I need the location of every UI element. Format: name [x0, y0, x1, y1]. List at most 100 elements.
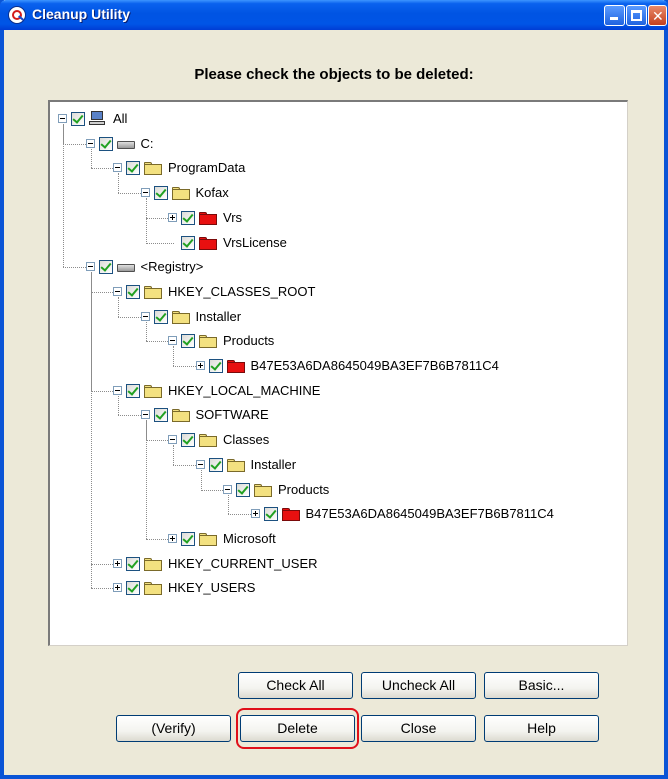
expand-icon[interactable] [113, 583, 122, 593]
collapse-icon[interactable] [168, 435, 177, 445]
tree-checkbox[interactable] [153, 408, 168, 423]
tree-node[interactable]: B47E53A6DA8645049BA3EF7B6B7811C4 [50, 505, 627, 523]
collapse-icon[interactable] [168, 336, 177, 346]
minimize-button[interactable] [604, 5, 625, 26]
app-icon [8, 6, 26, 24]
red-folder-icon [226, 360, 245, 373]
help-button[interactable]: Help [484, 715, 599, 742]
tree-checkbox[interactable] [208, 359, 223, 373]
tree-checkbox[interactable] [126, 161, 140, 176]
folder-body [199, 534, 217, 546]
tree-node[interactable]: VrsLicense [50, 234, 627, 252]
tree-node[interactable]: Microsoft [50, 530, 627, 548]
tree-node-label: All [113, 111, 128, 126]
collapse-icon[interactable] [113, 385, 122, 395]
tree-checkbox[interactable] [126, 581, 140, 596]
tree-node[interactable]: SOFTWARE [50, 406, 627, 424]
tree-node[interactable]: Kofax [50, 184, 627, 202]
tree-node[interactable]: Classes [50, 431, 627, 449]
tree-node[interactable]: Products [50, 332, 627, 350]
tree-node-label: HKEY_CLASSES_ROOT [168, 283, 316, 299]
tree-node-label: SOFTWARE [195, 407, 269, 423]
collapse-icon[interactable] [58, 114, 67, 123]
tree-checkbox[interactable] [153, 309, 168, 324]
basic-button[interactable]: Basic... [484, 672, 599, 699]
collapse-icon[interactable] [113, 163, 122, 173]
tree-node-label: HKEY_USERS [168, 580, 256, 596]
computer-screen [91, 111, 103, 120]
tree-node-label: B47E53A6DA8645049BA3EF7B6B7811C4 [305, 506, 554, 522]
tree-node[interactable]: All [50, 110, 627, 128]
collapse-icon[interactable] [140, 188, 150, 198]
tree-node-label: ProgramData [168, 160, 246, 176]
tree-checkbox[interactable] [263, 507, 278, 522]
tree-node-label: Kofax [195, 185, 229, 201]
tree-node[interactable]: HKEY_CURRENT_USER [50, 555, 627, 573]
tree-checkbox[interactable] [236, 482, 250, 497]
tree-node-label: Products [278, 481, 330, 497]
folder-icon [144, 557, 162, 571]
folder-body [144, 164, 162, 176]
tree-node[interactable]: HKEY_USERS [50, 579, 627, 597]
collapse-icon[interactable] [113, 286, 122, 296]
tree-checkbox[interactable] [208, 457, 223, 472]
folder-body [199, 337, 217, 349]
collapse-icon[interactable] [85, 262, 95, 272]
tree-checkbox[interactable] [153, 186, 168, 201]
collapse-icon[interactable] [140, 311, 150, 321]
tree-node[interactable]: <Registry> [50, 258, 627, 276]
folder-body [144, 559, 162, 571]
maximize-button[interactable] [626, 5, 647, 26]
expand-icon[interactable] [250, 509, 260, 519]
folder-body [199, 436, 217, 448]
tree-checkbox[interactable] [181, 210, 195, 225]
collapse-icon[interactable] [140, 410, 150, 420]
collapse-icon[interactable] [195, 459, 205, 469]
close-window-button[interactable]: ✕ [648, 5, 667, 26]
tree-checkbox[interactable] [98, 136, 113, 151]
folder-icon [199, 532, 217, 546]
verify-button[interactable]: (Verify) [116, 715, 231, 742]
window-title: Cleanup Utility [32, 6, 131, 22]
folder-icon [199, 434, 217, 448]
tree-node[interactable]: Products [50, 481, 627, 499]
tree-node[interactable]: HKEY_LOCAL_MACHINE [50, 382, 627, 400]
close-button[interactable]: Close [361, 715, 476, 742]
collapse-icon[interactable] [85, 138, 95, 148]
expand-icon[interactable] [168, 212, 177, 222]
tree-checkbox[interactable] [181, 531, 195, 546]
tree-node-label: Vrs [223, 209, 243, 225]
title-bar[interactable]: Cleanup Utility ✕ [0, 0, 668, 30]
uncheck-all-button[interactable]: Uncheck All [361, 672, 476, 699]
tree-checkbox[interactable] [71, 112, 85, 126]
tree-node[interactable]: B47E53A6DA8645049BA3EF7B6B7811C4 [50, 357, 627, 375]
tree-checkbox[interactable] [98, 260, 113, 275]
delete-highlight-annotation [236, 708, 359, 749]
tree-node[interactable]: HKEY_CLASSES_ROOT [50, 283, 627, 301]
tree-node[interactable]: Vrs [50, 209, 627, 227]
collapse-icon[interactable] [223, 484, 232, 494]
tree-node-label: Installer [250, 456, 297, 472]
folder-icon [199, 335, 217, 349]
tree-checkbox[interactable] [126, 383, 140, 398]
red-folder-icon [281, 508, 300, 522]
tree-checkbox[interactable] [181, 235, 195, 250]
folder-body [144, 287, 162, 299]
tree-node[interactable]: Installer [50, 308, 627, 326]
objects-tree-view[interactable]: All C: ProgramData Kofax Vrs VrsLicense <Regis… [48, 100, 628, 646]
tree-checkbox[interactable] [181, 334, 195, 349]
expand-icon[interactable] [113, 558, 122, 568]
expand-icon[interactable] [168, 533, 177, 543]
computer-base [89, 121, 105, 125]
tree-node[interactable]: ProgramData [50, 159, 627, 177]
drive-icon [116, 140, 135, 149]
tree-node[interactable]: Installer [50, 456, 627, 474]
tree-node[interactable]: C: [50, 135, 627, 153]
tree-checkbox[interactable] [126, 556, 140, 571]
folder-icon [254, 483, 272, 497]
tree-checkbox[interactable] [126, 284, 140, 299]
expand-icon[interactable] [195, 361, 205, 370]
check-all-button[interactable]: Check All [238, 672, 353, 699]
maximize-icon [631, 10, 642, 21]
tree-checkbox[interactable] [181, 433, 195, 448]
